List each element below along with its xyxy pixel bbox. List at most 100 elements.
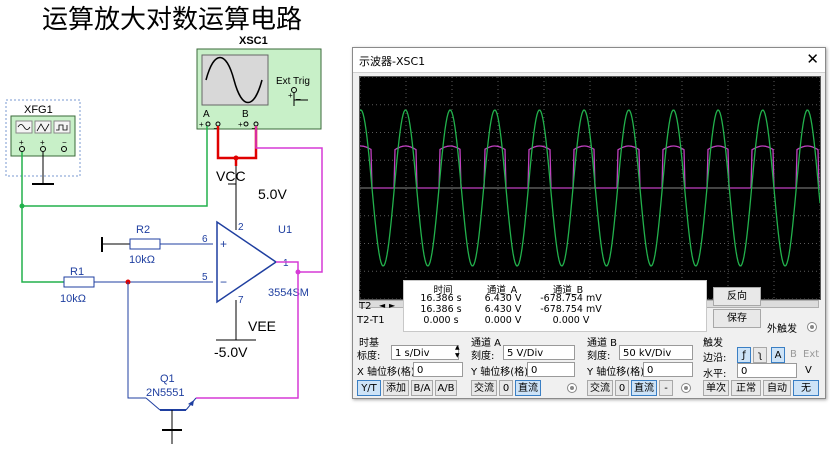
circuit-title: 运算放大对数运算电路	[42, 4, 302, 34]
trigger-level-field[interactable]: 0	[737, 363, 797, 378]
channel-a-dc-button[interactable]: 直流	[515, 380, 541, 396]
vee-value: -5.0V	[214, 344, 248, 360]
r1-label: R1	[70, 266, 84, 278]
xfg1-minus: −	[62, 138, 67, 147]
timebase-xpos-label: X 轴位移(格):	[357, 367, 419, 378]
xfg1-com: +	[40, 138, 45, 147]
pin-6-label: 6	[202, 234, 208, 245]
delta-channel-a: 0.000 V	[484, 315, 522, 326]
opamp-plus: +	[220, 237, 227, 251]
timebase-spin-up-icon[interactable]: ▲	[455, 345, 460, 351]
svg-text:+: +	[199, 120, 204, 129]
waveform-display	[359, 76, 821, 300]
reverse-button[interactable]: 反向	[713, 287, 761, 306]
trigger-level-label: 水平:	[703, 369, 727, 380]
channel-b-ypos-field[interactable]: 0	[643, 362, 693, 377]
oscilloscope-screen[interactable]	[359, 76, 821, 300]
pin-1-label: 1	[283, 258, 289, 269]
t1-right-arrow[interactable]: ►	[389, 289, 395, 298]
xsc1-ext-plus: +	[288, 91, 293, 100]
delta-channel-b: 0.000 V	[552, 315, 590, 326]
yt-mode-button[interactable]: Y/T	[357, 380, 381, 396]
xfg1-plus: +	[19, 138, 24, 147]
t1-label: T1	[359, 289, 372, 300]
trigger-edge-label: 边沿:	[703, 353, 727, 364]
svg-text:+: +	[238, 120, 243, 129]
r1-resistor[interactable]	[63, 276, 95, 288]
r2-value: 10kΩ	[129, 254, 155, 266]
q1-transistor[interactable]	[145, 397, 197, 430]
trigger-none-button[interactable]: 无	[793, 380, 819, 396]
xsc1-ext-minus: _	[295, 91, 301, 100]
r1-value: 10kΩ	[60, 293, 86, 305]
ba-mode-button[interactable]: B/A	[411, 380, 433, 396]
vcc-label: VCC	[216, 168, 246, 184]
t1-channel-a: 6.430 V	[484, 293, 522, 304]
vee-label: VEE	[248, 318, 276, 334]
t2-time: 16.386 s	[420, 304, 462, 315]
t2-right-arrow[interactable]: ►	[389, 301, 395, 310]
trigger-source-a-button[interactable]: A	[771, 347, 785, 363]
t2-channel-a: 6.430 V	[484, 304, 522, 315]
trigger-falling-edge-button[interactable]: ʅ	[753, 347, 767, 363]
q1-part: 2N5551	[146, 387, 185, 399]
xsc1-a-label: A	[203, 109, 210, 120]
timebase-scale-label: 标度:	[357, 351, 381, 362]
channel-b-scale-field[interactable]: 50 kV/Div	[619, 345, 693, 360]
trigger-rising-edge-button[interactable]: ƒ	[737, 347, 751, 363]
add-mode-button[interactable]: 添加	[383, 380, 409, 396]
oscilloscope-window: 示波器-XSC1 ✕ T1 ◄ ► T2 ◄ ► T2-T1 时间 通道_A 通…	[352, 47, 826, 399]
channel-b-terminal[interactable]	[681, 383, 691, 393]
close-icon[interactable]: ✕	[806, 50, 819, 68]
t2t1-label: T2-T1	[357, 315, 385, 326]
channel-a-scale-field[interactable]: 5 V/Div	[503, 345, 575, 360]
channel-b-zero-button[interactable]: 0	[615, 380, 629, 396]
channel-b-scale-label: 刻度:	[587, 351, 611, 362]
ext-trigger-terminal[interactable]	[807, 322, 817, 332]
channel-a-ac-button[interactable]: 交流	[471, 380, 497, 396]
timebase-xpos-field[interactable]: 0	[413, 362, 463, 377]
q1-label: Q1	[160, 373, 175, 385]
vcc-value: 5.0V	[258, 186, 287, 202]
channel-b-ypos-label: Y 轴位移(格):	[587, 367, 648, 378]
xfg1-symbol[interactable]: + + −	[10, 115, 76, 157]
ab-mode-button[interactable]: A/B	[435, 380, 457, 396]
xsc1-label: XSC1	[239, 35, 268, 47]
opamp-minus: −	[220, 275, 227, 289]
t1-channel-b: -678.754 mV	[540, 293, 602, 304]
trigger-auto-button[interactable]: 自动	[763, 380, 791, 396]
channel-b-ac-button[interactable]: 交流	[587, 380, 613, 396]
trigger-normal-button[interactable]: 正常	[731, 380, 761, 396]
t1-left-arrow[interactable]: ◄	[379, 289, 385, 298]
timebase-scale-field[interactable]: 1 s/Div	[391, 345, 459, 360]
save-button[interactable]: 保存	[713, 309, 761, 328]
channel-a-scale-label: 刻度:	[471, 351, 495, 362]
trigger-group-title: 触发	[703, 338, 723, 349]
t2-channel-b: -678.754 mV	[540, 304, 602, 315]
xsc1-b-label: B	[242, 109, 249, 120]
pin-7-label: 7	[238, 295, 244, 306]
delta-time: 0.000 s	[423, 315, 459, 326]
t2-label: T2	[359, 301, 372, 312]
t1-time: 16.386 s	[420, 293, 462, 304]
ext-trigger-label: 外触发	[767, 324, 797, 335]
channel-a-ypos-label: Y 轴位移(格):	[471, 367, 532, 378]
trigger-source-b-button[interactable]: B	[790, 349, 797, 360]
timebase-spin-down-icon[interactable]: ▼	[455, 353, 460, 359]
channel-a-ypos-field[interactable]: 0	[527, 362, 575, 377]
r2-resistor[interactable]	[129, 238, 161, 250]
xsc1-ext-trig-label: Ext Trig	[276, 76, 310, 87]
channel-a-zero-button[interactable]: 0	[499, 380, 513, 396]
channel-b-dc-button[interactable]: 直流	[631, 380, 657, 396]
t2-left-arrow[interactable]: ◄	[379, 301, 385, 310]
channel-a-terminal[interactable]	[567, 383, 577, 393]
channel-b-minus-button[interactable]: -	[659, 380, 673, 396]
trigger-source-ext-button[interactable]: Ext	[803, 349, 819, 360]
xsc1-symbol[interactable]: Ext Trig + _ A B + _ + _	[196, 48, 322, 130]
pin-2-label: 2	[238, 222, 244, 233]
trigger-single-button[interactable]: 单次	[703, 380, 729, 396]
oscilloscope-title: 示波器-XSC1	[359, 55, 426, 68]
oscilloscope-titlebar[interactable]: 示波器-XSC1 ✕	[353, 48, 825, 73]
trigger-level-unit: V	[805, 365, 812, 376]
r2-label: R2	[136, 224, 150, 236]
